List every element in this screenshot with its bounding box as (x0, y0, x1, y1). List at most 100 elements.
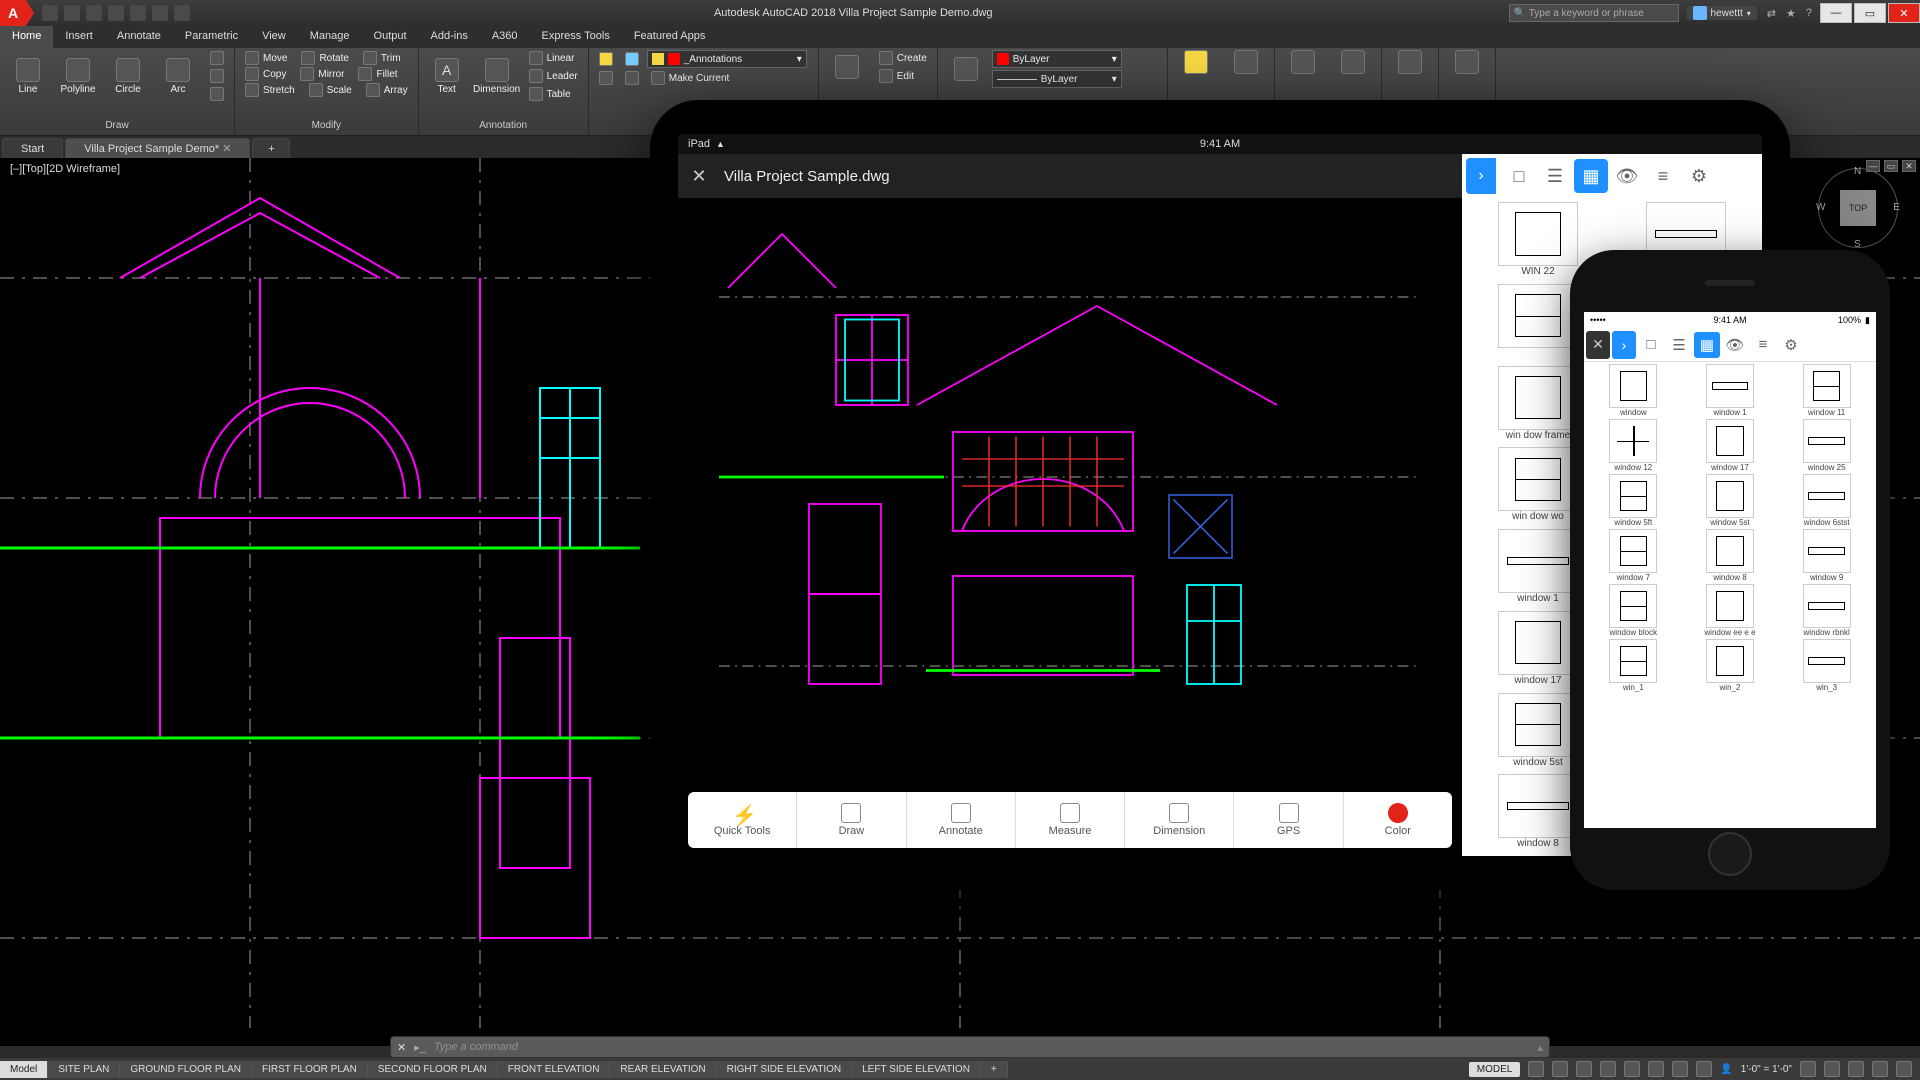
block-item[interactable]: window 17 (1685, 419, 1776, 472)
doc-tab-start[interactable]: Start (2, 138, 63, 158)
cmd-trim[interactable]: Trim (359, 50, 405, 66)
app-logo[interactable]: A (0, 0, 26, 26)
block-item[interactable]: window 5ft (1588, 474, 1679, 527)
ipad-tab-views[interactable] (1610, 159, 1644, 193)
ipad-tool-quicktools[interactable]: ⚡Quick Tools (688, 792, 797, 848)
ribbon-tab-output[interactable]: Output (362, 26, 419, 48)
app-menu-chevron[interactable] (26, 0, 34, 26)
cmd-scale[interactable]: Scale (305, 82, 356, 98)
status-transparency-icon[interactable] (1672, 1061, 1688, 1077)
block-item[interactable]: window 25 (1781, 419, 1872, 472)
cmd-line[interactable]: Line (6, 58, 50, 95)
phone-tab-settings[interactable] (1778, 332, 1804, 358)
ipad-tool-color[interactable]: Color (1344, 792, 1452, 848)
ipad-tab-layers[interactable] (1538, 159, 1572, 193)
block-item[interactable]: window block (1588, 584, 1679, 637)
phone-panel-collapse-button[interactable]: › (1612, 331, 1636, 359)
status-polar-icon[interactable] (1600, 1061, 1616, 1077)
phone-tab-drawing[interactable] (1638, 332, 1664, 358)
layout-tab-2[interactable]: GROUND FLOOR PLAN (120, 1061, 252, 1078)
qat-new-icon[interactable] (42, 5, 58, 21)
layer-dropdown[interactable]: _Annotations▾ (647, 50, 807, 68)
cmd-draw-extra1[interactable] (206, 50, 228, 66)
status-grid-icon[interactable] (1528, 1061, 1544, 1077)
panel-modify-title[interactable]: Modify (241, 118, 412, 133)
cmdline-close-icon[interactable]: ✕ (397, 1041, 406, 1054)
cmd-measure[interactable] (1281, 50, 1325, 74)
status-annoscale[interactable]: 1'-0" = 1'-0" (1741, 1064, 1792, 1075)
ipad-panel-collapse-button[interactable]: › (1466, 158, 1496, 194)
phone-home-button[interactable] (1708, 832, 1752, 876)
ipad-tab-drawing[interactable] (1502, 159, 1536, 193)
cmd-stretch[interactable]: Stretch (241, 82, 299, 98)
cmd-make-current[interactable]: Make Current (647, 70, 734, 86)
ribbon-tab-home[interactable]: Home (0, 26, 53, 48)
phone-tab-blocks[interactable] (1694, 332, 1720, 358)
cmd-mirror[interactable]: Mirror (296, 66, 348, 82)
cmd-draw-extra3[interactable] (206, 86, 228, 102)
ipad-tool-dimension[interactable]: Dimension (1125, 792, 1234, 848)
block-item[interactable]: window 6stst (1781, 474, 1872, 527)
block-item[interactable]: win_2 (1685, 639, 1776, 692)
cmd-group[interactable] (1174, 50, 1218, 74)
phone-close-button[interactable] (1586, 331, 1610, 359)
ribbon-tab-express[interactable]: Express Tools (530, 26, 622, 48)
ribbon-tab-parametric[interactable]: Parametric (173, 26, 250, 48)
status-person-icon[interactable]: 👤 (1720, 1064, 1732, 1075)
qat-redo-icon[interactable] (174, 5, 190, 21)
ribbon-tab-annotate[interactable]: Annotate (105, 26, 173, 48)
status-osnap-icon[interactable] (1624, 1061, 1640, 1077)
block-item[interactable]: window ee e e (1685, 584, 1776, 637)
ribbon-tab-view[interactable]: View (250, 26, 298, 48)
ribbon-tab-a360[interactable]: A360 (480, 26, 530, 48)
cmd-fillet[interactable]: Fillet (354, 66, 401, 82)
cmd-arc[interactable]: Arc (156, 58, 200, 95)
color-dropdown[interactable]: ByLayer▾ (992, 50, 1122, 68)
ipad-tool-draw[interactable]: Draw (797, 792, 906, 848)
cmd-polyline[interactable]: Polyline (56, 58, 100, 95)
layout-tab-1[interactable]: SITE PLAN (48, 1061, 120, 1078)
doc-tab-close-icon[interactable]: ✕ (222, 142, 231, 155)
ribbon-tab-featured[interactable]: Featured Apps (622, 26, 718, 48)
doc-tab-add[interactable]: + (252, 138, 290, 158)
phone-tab-views[interactable] (1722, 332, 1748, 358)
status-ortho-icon[interactable] (1576, 1061, 1592, 1077)
block-item[interactable]: window rbnkl (1781, 584, 1872, 637)
block-item[interactable]: window 8 (1685, 529, 1776, 582)
cmd-array[interactable]: Array (362, 82, 412, 98)
cmd-select[interactable] (1331, 50, 1375, 74)
minimize-button[interactable]: — (1820, 3, 1852, 23)
qat-open-icon[interactable] (64, 5, 80, 21)
ipad-tab-blocks[interactable] (1574, 159, 1608, 193)
block-item[interactable]: window (1588, 364, 1679, 417)
ipad-close-button[interactable] (688, 165, 710, 187)
ipad-tab-settings[interactable] (1682, 159, 1716, 193)
status-iso-icon[interactable] (1824, 1061, 1840, 1077)
ipad-tool-measure[interactable]: Measure (1016, 792, 1125, 848)
status-snap-icon[interactable] (1552, 1061, 1568, 1077)
layout-tab-7[interactable]: RIGHT SIDE ELEVATION (717, 1061, 852, 1078)
ipad-tool-gps[interactable]: GPS (1234, 792, 1343, 848)
block-item[interactable]: window 11 (1781, 364, 1872, 417)
block-item[interactable]: window 9 (1781, 529, 1872, 582)
status-lwt-icon[interactable] (1648, 1061, 1664, 1077)
cmdline-expand-icon[interactable]: ▴ (1537, 1041, 1543, 1054)
layer-tool4[interactable] (621, 70, 643, 86)
block-item[interactable]: window 7 (1588, 529, 1679, 582)
cmd-leader[interactable]: Leader (525, 68, 582, 84)
ipad-tab-properties[interactable] (1646, 159, 1680, 193)
ribbon-tab-insert[interactable]: Insert (53, 26, 105, 48)
ipad-tool-annotate[interactable]: Annotate (907, 792, 1016, 848)
block-item[interactable]: win_3 (1781, 639, 1872, 692)
doc-tab-current[interactable]: Villa Project Sample Demo* ✕ (65, 138, 250, 158)
viewcube-face[interactable]: TOP (1840, 190, 1876, 226)
qat-saveas-icon[interactable] (108, 5, 124, 21)
layout-tab-4[interactable]: SECOND FLOOR PLAN (368, 1061, 498, 1078)
status-gear-icon[interactable] (1800, 1061, 1816, 1077)
layer-tool2[interactable] (621, 51, 643, 67)
favorites-icon[interactable]: ★ (1786, 7, 1796, 20)
layout-tab-5[interactable]: FRONT ELEVATION (498, 1061, 611, 1078)
signed-in-user[interactable]: hewettt▾ (1687, 6, 1757, 20)
layout-tab-add[interactable]: + (981, 1061, 1008, 1078)
layer-tool1[interactable] (595, 51, 617, 67)
